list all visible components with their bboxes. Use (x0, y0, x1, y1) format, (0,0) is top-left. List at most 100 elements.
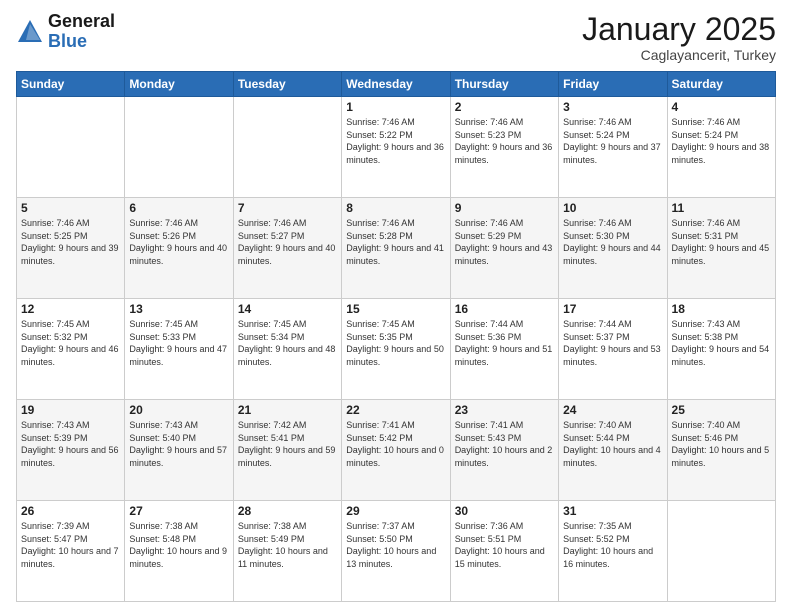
day-info-12: Sunrise: 7:45 AMSunset: 5:32 PMDaylight:… (21, 318, 120, 368)
day-cell-26: 26 Sunrise: 7:39 AMSunset: 5:47 PMDayligh… (17, 501, 125, 602)
calendar-week-3: 12 Sunrise: 7:45 AMSunset: 5:32 PMDayligh… (17, 299, 776, 400)
day-cell-15: 15 Sunrise: 7:45 AMSunset: 5:35 PMDayligh… (342, 299, 450, 400)
day-number-21: 21 (238, 403, 337, 417)
day-info-31: Sunrise: 7:35 AMSunset: 5:52 PMDaylight:… (563, 520, 662, 570)
day-info-1: Sunrise: 7:46 AMSunset: 5:22 PMDaylight:… (346, 116, 445, 166)
day-info-26: Sunrise: 7:39 AMSunset: 5:47 PMDaylight:… (21, 520, 120, 570)
day-number-10: 10 (563, 201, 662, 215)
empty-cell (17, 97, 125, 198)
weekday-header-saturday: Saturday (667, 72, 775, 97)
weekday-header-friday: Friday (559, 72, 667, 97)
day-number-27: 27 (129, 504, 228, 518)
day-info-21: Sunrise: 7:42 AMSunset: 5:41 PMDaylight:… (238, 419, 337, 469)
day-cell-25: 25Sunrise: 7:40 AMSunset: 5:46 PMDayligh… (667, 400, 775, 501)
logo-text: General Blue (48, 12, 115, 52)
day-number-13: 13 (129, 302, 228, 316)
day-cell-8: 8 Sunrise: 7:46 AMSunset: 5:28 PMDaylight… (342, 198, 450, 299)
day-info-24: Sunrise: 7:40 AMSunset: 5:44 PMDaylight:… (563, 419, 662, 469)
day-info-14: Sunrise: 7:45 AMSunset: 5:34 PMDaylight:… (238, 318, 337, 368)
day-cell-19: 19 Sunrise: 7:43 AMSunset: 5:39 PMDayligh… (17, 400, 125, 501)
day-number-1: 1 (346, 100, 445, 114)
day-number-11: 11 (672, 201, 771, 215)
day-info-18: Sunrise: 7:43 AMSunset: 5:38 PMDaylight:… (672, 318, 771, 368)
weekday-header-row: SundayMondayTuesdayWednesdayThursdayFrid… (17, 72, 776, 97)
day-info-8: Sunrise: 7:46 AMSunset: 5:28 PMDaylight:… (346, 217, 445, 267)
day-cell-22: 22 Sunrise: 7:41 AMSunset: 5:42 PMDayligh… (342, 400, 450, 501)
day-cell-29: 29 Sunrise: 7:37 AMSunset: 5:50 PMDayligh… (342, 501, 450, 602)
weekday-header-wednesday: Wednesday (342, 72, 450, 97)
day-cell-3: 3 Sunrise: 7:46 AMSunset: 5:24 PMDaylight… (559, 97, 667, 198)
day-cell-4: 4Sunrise: 7:46 AMSunset: 5:24 PMDaylight… (667, 97, 775, 198)
day-number-24: 24 (563, 403, 662, 417)
logo-icon (16, 18, 44, 46)
day-info-28: Sunrise: 7:38 AMSunset: 5:49 PMDaylight:… (238, 520, 337, 570)
day-info-15: Sunrise: 7:45 AMSunset: 5:35 PMDaylight:… (346, 318, 445, 368)
day-cell-30: 30 Sunrise: 7:36 AMSunset: 5:51 PMDayligh… (450, 501, 558, 602)
day-number-20: 20 (129, 403, 228, 417)
day-info-30: Sunrise: 7:36 AMSunset: 5:51 PMDaylight:… (455, 520, 554, 570)
day-info-7: Sunrise: 7:46 AMSunset: 5:27 PMDaylight:… (238, 217, 337, 267)
day-cell-21: 21 Sunrise: 7:42 AMSunset: 5:41 PMDayligh… (233, 400, 341, 501)
day-number-19: 19 (21, 403, 120, 417)
calendar-week-5: 26 Sunrise: 7:39 AMSunset: 5:47 PMDayligh… (17, 501, 776, 602)
day-cell-1: 1 Sunrise: 7:46 AMSunset: 5:22 PMDaylight… (342, 97, 450, 198)
day-cell-23: 23 Sunrise: 7:41 AMSunset: 5:43 PMDayligh… (450, 400, 558, 501)
weekday-header-monday: Monday (125, 72, 233, 97)
logo-general: General (48, 12, 115, 32)
calendar-week-1: 1 Sunrise: 7:46 AMSunset: 5:22 PMDaylight… (17, 97, 776, 198)
day-cell-13: 13 Sunrise: 7:45 AMSunset: 5:33 PMDayligh… (125, 299, 233, 400)
day-cell-6: 6Sunrise: 7:46 AMSunset: 5:26 PMDaylight… (125, 198, 233, 299)
day-cell-16: 16Sunrise: 7:44 AMSunset: 5:36 PMDayligh… (450, 299, 558, 400)
location-subtitle: Caglayancerit, Turkey (582, 47, 776, 63)
day-number-3: 3 (563, 100, 662, 114)
page: General Blue January 2025 Caglayancerit,… (0, 0, 792, 612)
day-number-2: 2 (455, 100, 554, 114)
day-info-23: Sunrise: 7:41 AMSunset: 5:43 PMDaylight:… (455, 419, 554, 469)
day-info-17: Sunrise: 7:44 AMSunset: 5:37 PMDaylight:… (563, 318, 662, 368)
day-cell-18: 18 Sunrise: 7:43 AMSunset: 5:38 PMDayligh… (667, 299, 775, 400)
day-number-23: 23 (455, 403, 554, 417)
empty-cell (125, 97, 233, 198)
day-cell-17: 17 Sunrise: 7:44 AMSunset: 5:37 PMDayligh… (559, 299, 667, 400)
day-number-8: 8 (346, 201, 445, 215)
day-info-25: Sunrise: 7:40 AMSunset: 5:46 PMDaylight:… (672, 419, 771, 469)
day-info-2: Sunrise: 7:46 AMSunset: 5:23 PMDaylight:… (455, 116, 554, 166)
day-info-29: Sunrise: 7:37 AMSunset: 5:50 PMDaylight:… (346, 520, 445, 570)
day-number-4: 4 (672, 100, 771, 114)
day-number-17: 17 (563, 302, 662, 316)
day-info-22: Sunrise: 7:41 AMSunset: 5:42 PMDaylight:… (346, 419, 445, 469)
day-number-30: 30 (455, 504, 554, 518)
day-cell-12: 12 Sunrise: 7:45 AMSunset: 5:32 PMDayligh… (17, 299, 125, 400)
day-info-9: Sunrise: 7:46 AMSunset: 5:29 PMDaylight:… (455, 217, 554, 267)
day-info-6: Sunrise: 7:46 AMSunset: 5:26 PMDaylight:… (129, 217, 228, 267)
day-number-18: 18 (672, 302, 771, 316)
day-number-14: 14 (238, 302, 337, 316)
day-info-10: Sunrise: 7:46 AMSunset: 5:30 PMDaylight:… (563, 217, 662, 267)
empty-cell (667, 501, 775, 602)
day-cell-14: 14 Sunrise: 7:45 AMSunset: 5:34 PMDayligh… (233, 299, 341, 400)
day-info-27: Sunrise: 7:38 AMSunset: 5:48 PMDaylight:… (129, 520, 228, 570)
month-title: January 2025 (582, 12, 776, 47)
day-number-26: 26 (21, 504, 120, 518)
day-info-3: Sunrise: 7:46 AMSunset: 5:24 PMDaylight:… (563, 116, 662, 166)
day-cell-9: 9Sunrise: 7:46 AMSunset: 5:29 PMDaylight… (450, 198, 558, 299)
day-cell-11: 11Sunrise: 7:46 AMSunset: 5:31 PMDayligh… (667, 198, 775, 299)
day-info-13: Sunrise: 7:45 AMSunset: 5:33 PMDaylight:… (129, 318, 228, 368)
logo-blue: Blue (48, 32, 115, 52)
day-number-29: 29 (346, 504, 445, 518)
day-cell-2: 2 Sunrise: 7:46 AMSunset: 5:23 PMDaylight… (450, 97, 558, 198)
day-info-5: Sunrise: 7:46 AMSunset: 5:25 PMDaylight:… (21, 217, 120, 267)
title-area: January 2025 Caglayancerit, Turkey (582, 12, 776, 63)
weekday-header-thursday: Thursday (450, 72, 558, 97)
day-number-31: 31 (563, 504, 662, 518)
logo: General Blue (16, 12, 115, 52)
weekday-header-sunday: Sunday (17, 72, 125, 97)
calendar-week-2: 5Sunrise: 7:46 AMSunset: 5:25 PMDaylight… (17, 198, 776, 299)
day-number-22: 22 (346, 403, 445, 417)
day-number-15: 15 (346, 302, 445, 316)
day-cell-20: 20Sunrise: 7:43 AMSunset: 5:40 PMDayligh… (125, 400, 233, 501)
weekday-header-tuesday: Tuesday (233, 72, 341, 97)
day-number-12: 12 (21, 302, 120, 316)
day-cell-10: 10 Sunrise: 7:46 AMSunset: 5:30 PMDayligh… (559, 198, 667, 299)
day-info-19: Sunrise: 7:43 AMSunset: 5:39 PMDaylight:… (21, 419, 120, 469)
